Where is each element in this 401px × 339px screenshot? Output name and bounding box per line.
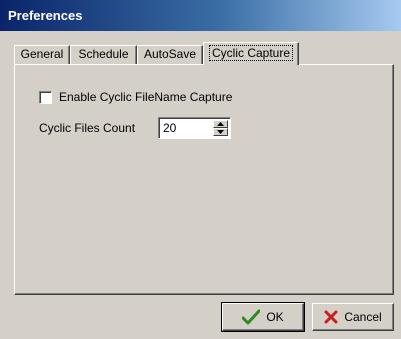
ok-button-label: OK xyxy=(266,310,284,324)
x-mark-icon xyxy=(324,310,338,324)
tab-autosave[interactable]: AutoSave xyxy=(137,45,203,64)
tab-schedule-label: Schedule xyxy=(78,47,129,61)
spin-up-button[interactable] xyxy=(213,120,228,128)
spin-buttons xyxy=(213,120,228,136)
tab-cyclic-capture-label: Cyclic Capture xyxy=(208,45,294,61)
checkmark-icon xyxy=(242,309,261,325)
arrow-down-icon xyxy=(217,130,224,134)
cyclic-files-count-input[interactable] xyxy=(161,120,211,136)
tab-autosave-label: AutoSave xyxy=(143,47,197,61)
window-title: Preferences xyxy=(8,8,83,23)
cyclic-capture-panel: Enable Cyclic FileName Capture Cyclic Fi… xyxy=(14,64,394,295)
tab-cyclic-capture[interactable]: Cyclic Capture xyxy=(203,42,299,65)
enable-cyclic-capture-label: Enable Cyclic FileName Capture xyxy=(59,90,233,104)
tab-general-label: General xyxy=(20,47,64,61)
cyclic-files-count-label: Cyclic Files Count xyxy=(39,121,136,135)
tab-schedule[interactable]: Schedule xyxy=(70,45,137,64)
enable-cyclic-capture-option[interactable]: Enable Cyclic FileName Capture xyxy=(39,89,232,105)
arrow-up-icon xyxy=(217,122,224,126)
title-bar[interactable]: Preferences xyxy=(0,0,401,31)
spin-down-button[interactable] xyxy=(213,128,228,136)
tab-general[interactable]: General xyxy=(14,45,70,64)
preferences-window: Preferences General Schedule AutoSave Cy… xyxy=(0,0,401,339)
enable-cyclic-capture-checkbox[interactable] xyxy=(39,90,52,104)
cancel-button-label: Cancel xyxy=(344,310,382,324)
cancel-button[interactable]: Cancel xyxy=(312,303,394,331)
cyclic-files-count-spinner xyxy=(158,117,231,139)
ok-button[interactable]: OK xyxy=(221,302,305,332)
